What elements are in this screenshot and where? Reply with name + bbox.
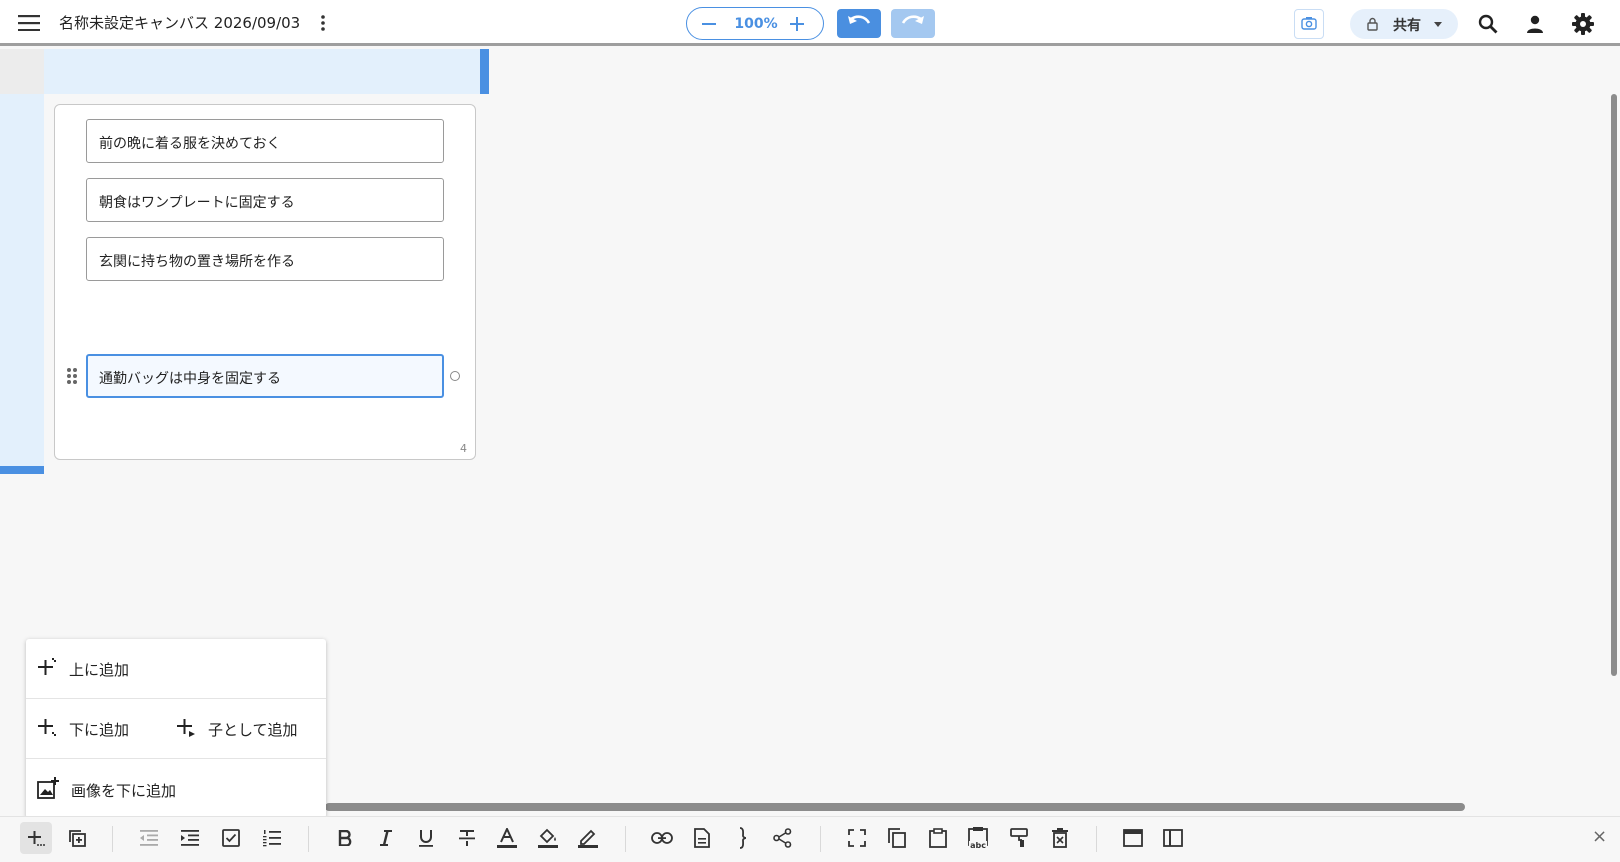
menu-row: 上に追加 [26,639,326,699]
close-icon[interactable]: × [1592,826,1607,847]
add-above-item[interactable]: 上に追加 [37,657,129,681]
menu-row: 下に追加 子として追加 [26,698,326,758]
italic-icon[interactable] [370,822,402,854]
window-icon[interactable] [1117,822,1149,854]
toolbar-divider [820,826,821,852]
list-item[interactable]: 前の晩に着る服を決めておく [86,119,444,163]
paste-text-icon[interactable]: abc [962,822,994,854]
zoom-level: 100% [734,16,778,32]
undo-icon [847,14,871,33]
lock-icon [1365,16,1379,32]
add-below-item[interactable]: 下に追加 [37,717,129,741]
sidebar-icon[interactable] [1157,822,1189,854]
copy-icon[interactable] [881,822,913,854]
redo-button[interactable] [891,9,935,38]
add-above-label: 上に追加 [69,660,130,679]
note-icon[interactable] [686,822,718,854]
menu-row: 画像を下に追加 [26,758,326,818]
link-icon[interactable] [646,822,678,854]
add-menu: 上に追加 下に追加 子として追加 画像を下に追加 [26,639,326,818]
strikethrough-icon[interactable] [451,822,483,854]
vertical-scrollbar[interactable] [1611,94,1617,676]
add-below-icon [37,717,69,741]
format-painter-icon[interactable] [1003,822,1035,854]
delete-icon[interactable] [1044,822,1076,854]
camera-icon [1301,15,1317,34]
paste-icon[interactable] [922,822,954,854]
duplicate-icon[interactable] [61,822,93,854]
add-child-item[interactable]: 子として追加 [176,717,298,741]
selection-strip [0,94,44,468]
outdent-icon[interactable] [133,822,165,854]
add-below-label: 下に追加 [69,720,130,739]
text-color-icon[interactable] [491,822,523,854]
selection-strip-end [0,466,44,474]
horizontal-scrollbar[interactable] [325,803,1465,811]
share-button[interactable]: 共有 [1350,9,1458,39]
gear-icon[interactable] [1570,11,1596,37]
toolbar-divider [1096,826,1097,852]
add-child-icon [176,717,208,741]
underline-icon[interactable] [410,822,442,854]
drag-handle-icon[interactable] [66,367,78,385]
snapshot-button[interactable] [1294,9,1324,39]
list-item[interactable]: 玄関に持ち物の置き場所を作る [86,237,444,281]
redo-icon [901,14,925,33]
row-header [0,49,44,94]
canvas-title[interactable]: 名称未設定キャンバス 2026/09/03 [59,12,300,33]
list-item[interactable]: 朝食はワンプレートに固定する [86,178,444,222]
add-image-below-label: 画像を下に追加 [71,781,177,800]
add-above-icon [37,657,69,681]
border-color-icon[interactable] [572,822,604,854]
zoom-in-icon[interactable] [787,15,807,33]
add-image-icon [37,777,71,803]
add-child-label: 子として追加 [208,720,298,739]
share-label: 共有 [1393,18,1421,34]
indent-icon[interactable] [174,822,206,854]
toolbar-divider [308,826,309,852]
connector-icon[interactable] [767,822,799,854]
connector-point[interactable] [450,371,460,381]
zoom-out-icon[interactable] [699,15,719,33]
numbered-list-icon[interactable] [256,822,288,854]
search-icon[interactable] [1476,12,1500,36]
list-item-active[interactable]: 通勤バッグは中身を固定する [86,354,444,398]
more-vert-icon[interactable] [317,13,329,33]
fit-icon[interactable] [841,822,873,854]
toolbar-divider [112,826,113,852]
fill-color-icon[interactable] [532,822,564,854]
top-bar: 名称未設定キャンバス 2026/09/03 100% 共有 [0,0,1620,46]
bold-icon[interactable] [329,822,361,854]
item-count: 4 [460,442,467,455]
zoom-control: 100% [686,7,824,40]
selection-band [44,49,480,94]
add-icon[interactable] [20,822,52,854]
undo-button[interactable] [837,9,881,38]
user-icon[interactable] [1523,12,1547,36]
dropdown-icon [1433,20,1443,28]
brace-icon[interactable] [727,822,759,854]
paste-text-badge: abc [970,841,986,850]
selection-handle[interactable] [480,49,489,94]
checkbox-icon[interactable] [215,822,247,854]
menu-icon[interactable] [16,11,42,35]
toolbar-divider [625,826,626,852]
add-image-below-item[interactable]: 画像を下に追加 [37,777,176,803]
